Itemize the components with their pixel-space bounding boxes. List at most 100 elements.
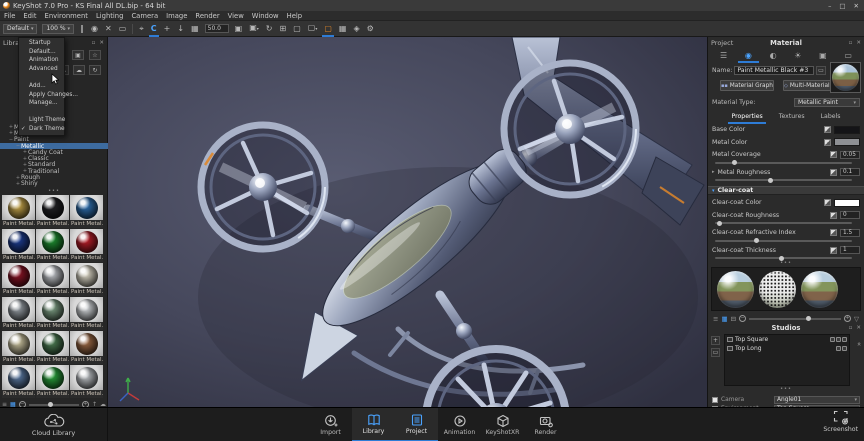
pan-tool-icon[interactable]: + [163, 25, 172, 33]
dolly-tool-icon[interactable]: ↓ [176, 25, 185, 33]
texture-map-icon[interactable] [824, 139, 831, 146]
fov-input[interactable] [205, 24, 229, 33]
material-thumbnail[interactable]: Paint Metal... [70, 331, 103, 364]
studio-row[interactable]: Top Square [725, 335, 849, 344]
texture-map-icon[interactable] [830, 229, 837, 236]
material-preview-frame[interactable] [830, 62, 861, 93]
splitter-handle[interactable]: ••• [708, 260, 864, 265]
metal-color-swatch[interactable] [834, 138, 860, 146]
texture-map-icon[interactable] [830, 169, 837, 176]
metal-roughness-value[interactable]: 0.1 [840, 168, 860, 176]
texture-map-icon[interactable] [824, 199, 831, 206]
clearcoat-thickness-slider[interactable] [715, 255, 852, 260]
context-menu-item[interactable]: ✓ Dark Theme [19, 125, 64, 134]
context-menu-item[interactable]: ✓ Apply Changes... [19, 91, 64, 100]
collapse-studios-icon[interactable]: « [855, 342, 863, 346]
material-thumbnail[interactable]: Paint Metal... [70, 195, 103, 228]
dock-keyshotxr-button[interactable]: KeyShotXR [481, 408, 524, 441]
material-thumbnail[interactable]: Paint Metal... [70, 229, 103, 262]
menu-item[interactable]: Window [252, 12, 279, 20]
material-thumbnail[interactable]: Paint Metal... [36, 229, 69, 262]
context-menu-item[interactable]: ✓ Startup [19, 39, 64, 48]
context-menu-item[interactable]: ✓ Light Theme [19, 116, 64, 125]
filter-icon[interactable]: ▽ [854, 315, 859, 323]
add-studio-icon[interactable]: + [711, 336, 720, 345]
studio-row[interactable]: Top Long [725, 344, 849, 353]
maximize-button[interactable]: □ [839, 2, 845, 10]
cloud-upload-icon[interactable]: ☁ [73, 65, 85, 75]
material-thumbnail[interactable]: Paint Metal... [2, 195, 35, 228]
material-thumbnail[interactable]: Paint Metal... [36, 195, 69, 228]
splitter-handle[interactable]: ••• [0, 188, 108, 193]
tab-lighting-icon[interactable]: ☀ [794, 51, 801, 60]
clearcoat-section-header[interactable]: ▾ Clear-coat [708, 186, 864, 195]
menu-item[interactable]: Camera [131, 12, 158, 20]
binding-select[interactable]: Angle01▾ [774, 396, 860, 404]
screenshot-button[interactable]: Screenshot [823, 410, 858, 433]
texture-map-icon[interactable] [830, 212, 837, 219]
clearcoat-roughness-value[interactable]: 0 [840, 211, 860, 219]
grid-icon[interactable]: ▦ [190, 25, 200, 33]
base-color-swatch[interactable] [834, 126, 860, 134]
material-thumbnail[interactable]: Paint Metal... [36, 263, 69, 296]
favorites-star-icon[interactable]: ☆ [89, 50, 101, 60]
thumbnail-view-icon[interactable]: ▣ [72, 50, 84, 60]
texture-map-icon[interactable] [830, 247, 837, 254]
metal-coverage-value[interactable]: 0.05 [840, 151, 860, 159]
property-tab[interactable]: Properties [731, 113, 762, 122]
close-panel-icon[interactable]: ✕ [99, 40, 104, 46]
float-panel-icon[interactable]: ▫ [92, 40, 96, 46]
context-menu-item[interactable]: ✓ Manage... [19, 99, 64, 108]
copy-icon[interactable]: ⊞ [278, 25, 287, 33]
material-thumbnail[interactable]: Paint Metal... [70, 297, 103, 330]
menu-item[interactable]: Image [166, 12, 187, 20]
studio-badge-icon[interactable] [836, 337, 841, 342]
save-material-icon[interactable]: ▭ [816, 66, 826, 75]
material-name-input[interactable] [734, 66, 814, 75]
studio-badge-icon[interactable] [842, 346, 847, 351]
dock-project-button[interactable]: Project [395, 408, 438, 441]
property-tab[interactable]: Labels [821, 113, 841, 122]
clearcoat-ior-value[interactable]: 1.5 [840, 229, 860, 237]
tab-image-icon[interactable]: ▭ [844, 51, 852, 60]
texture-map-icon[interactable] [824, 126, 831, 133]
preview-sphere-dotted[interactable] [759, 271, 796, 308]
clearcoat-roughness-slider[interactable] [715, 220, 852, 225]
material-thumbnail[interactable]: Paint Metal... [2, 297, 35, 330]
display-icon[interactable]: ▢ [292, 25, 302, 33]
studio-badge-icon[interactable] [830, 337, 835, 342]
delete-studio-icon[interactable]: ▭ [711, 348, 720, 357]
multi-material-button[interactable]: ◇ Multi-Material [783, 80, 831, 91]
close-button[interactable]: ✕ [854, 2, 859, 10]
tab-material-icon[interactable]: ◉ [745, 51, 752, 60]
preview-size-slider[interactable] [749, 318, 841, 320]
minimize-button[interactable]: – [828, 2, 831, 10]
material-thumbnail[interactable]: Paint Metal... [36, 331, 69, 364]
rectangle-select-icon[interactable]: ▭ [118, 25, 128, 33]
context-menu-item[interactable]: ✓ Default... [19, 48, 64, 57]
cloud-library-button[interactable]: Cloud Library [0, 408, 108, 441]
menu-item[interactable]: Edit [23, 12, 36, 20]
material-thumbnail[interactable]: Paint Metal... [2, 365, 35, 398]
thumbnail-size-slider[interactable] [29, 404, 79, 406]
region-render-icon[interactable]: ◉ [90, 25, 99, 33]
texture-map-icon[interactable] [830, 151, 837, 158]
settings-gear-icon[interactable]: ⚙ [366, 25, 375, 33]
display-presets-icon[interactable]: ▢▾ [307, 24, 319, 33]
rotor-upper-left[interactable] [201, 125, 325, 249]
dock-import-button[interactable]: Import [309, 408, 352, 441]
dock-library-button[interactable]: Library [352, 408, 395, 441]
metal-coverage-slider[interactable] [715, 160, 852, 165]
context-menu-item[interactable]: ✓ Animation [19, 56, 64, 65]
menu-item[interactable]: Environment [45, 12, 88, 20]
reset-camera-icon[interactable]: ↻ [265, 25, 274, 33]
refresh-icon[interactable]: ↻ [89, 65, 101, 75]
menu-item[interactable]: Lighting [96, 12, 123, 20]
swap-icon[interactable]: ✕ [104, 25, 113, 33]
tab-environment-icon[interactable]: ◐ [770, 51, 777, 60]
camera-icon[interactable]: ▣ [234, 25, 244, 33]
splitter-handle[interactable]: ••• [708, 386, 864, 391]
zoom-combo[interactable]: 100 %▾ [42, 24, 74, 34]
material-type-select[interactable]: Metallic Paint▾ [794, 98, 860, 107]
preset-combo[interactable]: Default▾ [3, 24, 37, 34]
